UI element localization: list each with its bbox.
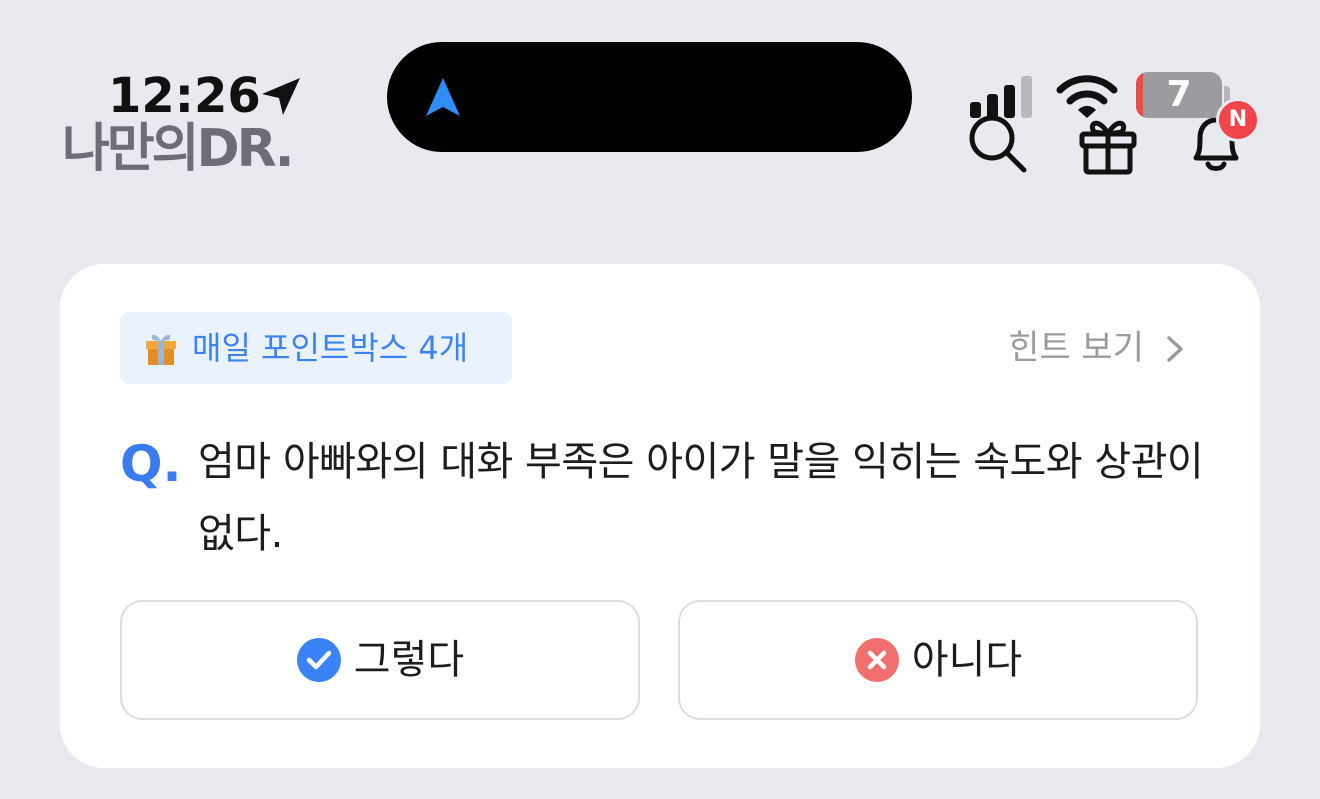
notification-badge: N: [1216, 98, 1260, 142]
quiz-card: 매일 포인트박스 4개 힌트 보기 Q. 엄마 아빠와의 대화 부족은 아이가 …: [60, 264, 1260, 768]
answer-no-label: 아니다: [911, 637, 1023, 683]
check-circle-icon: [296, 638, 341, 682]
daily-pointbox-label: 매일 포인트박스 4개: [192, 329, 469, 367]
search-icon[interactable]: [966, 112, 1030, 176]
answer-yes-button[interactable]: 그렇다: [120, 600, 640, 720]
gift-icon[interactable]: [1076, 112, 1140, 176]
x-circle-icon: [854, 638, 899, 682]
question-prefix: Q.: [120, 435, 182, 493]
answer-yes-label: 그렇다: [353, 637, 465, 683]
daily-pointbox-badge[interactable]: 매일 포인트박스 4개: [120, 312, 512, 384]
question-text: 엄마 아빠와의 대화 부족은 아이가 말을 익히는 속도와 상관이 없다.: [198, 439, 1204, 557]
chevron-right-icon[interactable]: [1162, 334, 1188, 364]
hint-link[interactable]: 힌트 보기: [1008, 320, 1144, 376]
navigation-icon: [426, 78, 460, 116]
gift-emoji-icon: [146, 334, 176, 365]
answer-no-button[interactable]: 아니다: [678, 600, 1198, 720]
app-logo[interactable]: 나만의DR.: [62, 112, 314, 176]
logo-text: 나만의DR.: [62, 119, 291, 176]
